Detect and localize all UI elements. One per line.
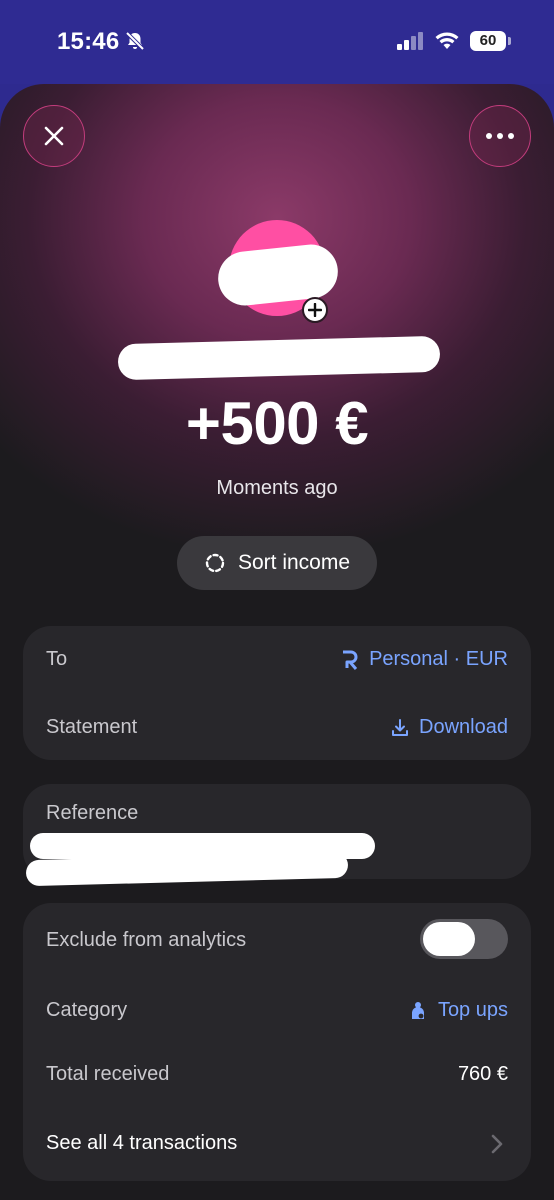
money-bag-icon [411,1001,424,1019]
add-avatar-button[interactable] [302,297,328,323]
to-account-link[interactable]: Personal · EUR [341,648,508,671]
revolut-logo-icon [343,650,358,670]
chevron-right-icon[interactable] [491,1134,503,1154]
to-account-value: Personal · EUR [369,648,508,670]
reference-label: Reference [46,802,139,824]
close-button[interactable] [23,105,85,167]
exclude-analytics-label: Exclude from analytics [46,929,247,951]
bell-muted-icon [124,30,146,57]
details-card: Exclude from analytics Category Top ups … [23,903,531,1181]
battery-indicator: 60 [470,31,506,51]
download-statement-button[interactable]: Download [391,716,508,739]
category-label: Category [46,999,128,1021]
category-value: Top ups [437,999,508,1021]
account-card: To Personal · EUR Statement Download [23,626,531,760]
to-label: To [46,648,68,670]
more-options-button[interactable] [469,105,531,167]
plus-icon [308,303,322,317]
sort-income-button[interactable]: Sort income [177,536,377,590]
download-icon [392,718,409,736]
transaction-amount: +500 € [185,390,369,457]
download-label: Download [419,716,508,738]
status-bar: 15:46 60 [0,0,554,84]
sort-income-label: Sort income [237,551,351,574]
exclude-analytics-toggle[interactable] [420,919,508,959]
category-link[interactable]: Top ups [408,999,508,1022]
toggle-knob [423,922,475,956]
total-received-label: Total received [46,1063,170,1085]
status-time: 15:46 [57,28,120,55]
total-received-value: 760 € [457,1063,508,1085]
transaction-sheet: +500 € Moments ago Sort income To Person… [0,84,554,1200]
statement-label: Statement [46,716,138,738]
cellular-signal-icon [397,32,425,55]
wifi-icon [434,31,460,56]
close-icon [44,126,64,146]
battery-tip [508,37,511,45]
loading-spinner-icon [205,553,225,573]
transaction-timestamp: Moments ago [216,477,338,499]
redaction-mark [117,335,441,381]
more-horizontal-icon [486,133,514,139]
see-all-transactions-link[interactable]: See all 4 transactions [46,1132,237,1155]
